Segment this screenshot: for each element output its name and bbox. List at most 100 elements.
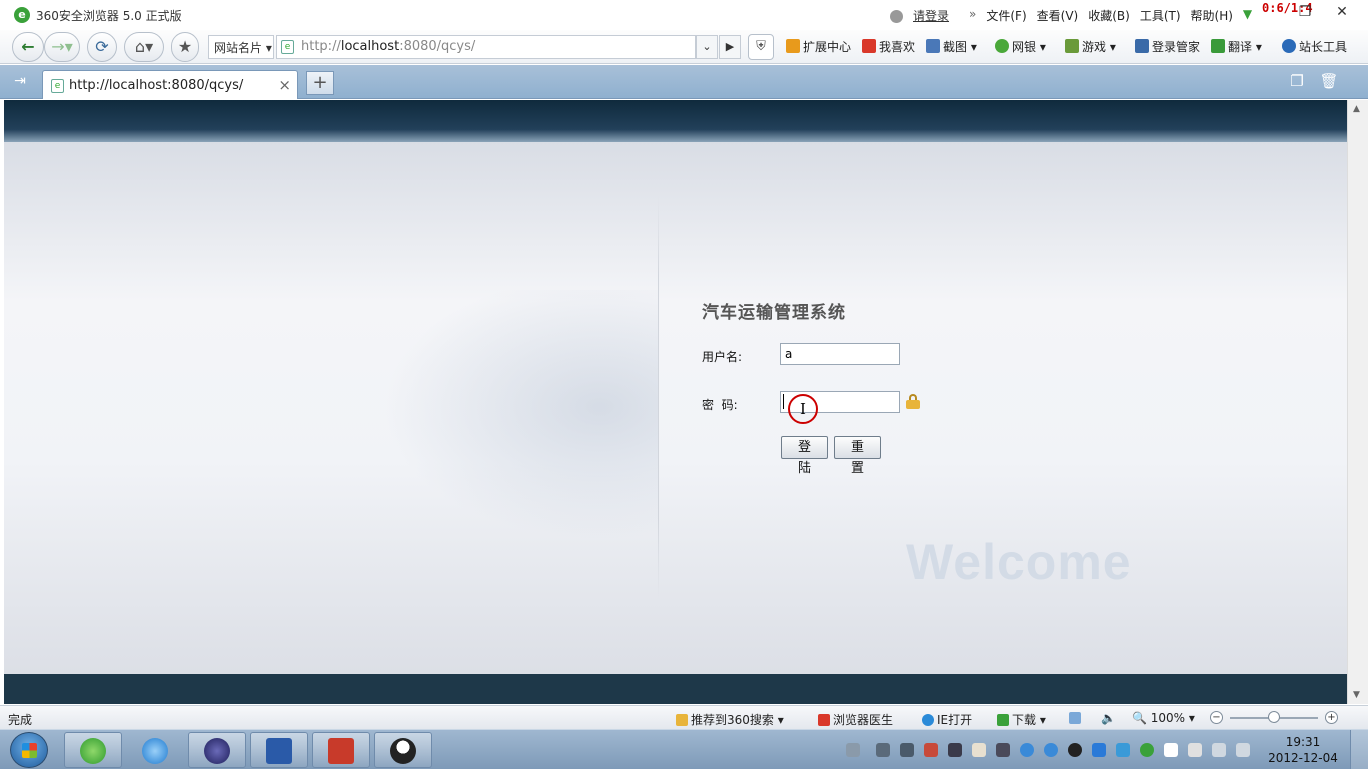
taskbar-qq[interactable] [374,732,432,768]
zoom-slider-thumb[interactable] [1268,711,1280,723]
internet-explorer-icon [142,738,168,764]
site-card-dropdown[interactable]: 网站名片 ▾ [208,35,274,59]
screenshot-icon [926,39,940,53]
favorite-star-button[interactable]: ★ [171,32,199,62]
restore-window-icon[interactable]: ❐ [1294,4,1316,24]
tray-app-icon-4[interactable] [948,743,962,757]
trash-icon[interactable]: 🗑 [1318,72,1340,94]
tray-app-icon-3[interactable] [924,743,938,757]
likes-button[interactable]: 我喜欢 [862,38,915,55]
recommend-360-button[interactable]: 推荐到360搜索 ▾ [676,711,784,728]
tray-network-icon[interactable] [1236,743,1250,757]
scroll-down-icon[interactable]: ▼ [1353,690,1360,700]
start-button[interactable] [10,732,48,768]
menu-help[interactable]: 帮助(H) [1191,7,1233,24]
bank-button[interactable]: 网银 ▾ [995,38,1046,55]
home-button[interactable]: ⌂▾ [124,32,164,62]
zoom-in-icon[interactable]: + [1325,711,1338,724]
forward-button[interactable]: →▾ [44,32,80,62]
sidebar-toggle-icon[interactable]: ⇥ [10,73,30,91]
browser-doctor-button[interactable]: 浏览器医生 [818,711,893,728]
refresh-button[interactable]: ⟳ [87,32,117,62]
magnifier-icon: 🔍 [1132,711,1147,725]
windows-taskbar: 19:31 2012-12-04 [0,729,1368,769]
360browser-icon [80,738,106,764]
menu-tools[interactable]: 工具(T) [1140,7,1181,24]
back-button[interactable]: ← [12,32,44,62]
username-input[interactable]: a [780,343,900,365]
tray-security-icon[interactable] [1116,743,1130,757]
tray-app-icon-7[interactable] [1020,743,1034,757]
login-menu[interactable]: 请登录 [890,7,959,24]
tray-flag-icon[interactable] [1164,743,1178,757]
lock-icon [906,394,920,409]
tray-app-icon-6[interactable] [996,743,1010,757]
extensions-button[interactable]: 扩展中心 [786,38,851,55]
heart-icon [862,39,876,53]
ie-open-button[interactable]: IE打开 [922,711,972,728]
window-mode-icon[interactable] [1069,711,1084,725]
tray-sync-icon[interactable] [1140,743,1154,757]
ibeam-cursor-icon: I [800,400,806,418]
new-tab-button[interactable]: + [306,71,334,95]
reset-button[interactable]: 重 置 [834,436,881,476]
web-page: 汽车运输管理系统 用户名: a 密 码: 登 陆 重 置 Welcome I [4,100,1347,704]
tab-localhost[interactable]: e http://localhost:8080/qcys/ × [42,70,298,99]
system-title: 汽车运输管理系统 [702,303,846,323]
tray-qq-icon[interactable] [1068,743,1082,757]
security-shield-icon[interactable]: ⛨ [748,34,774,60]
tray-device-icon[interactable] [1188,743,1202,757]
webmaster-tools-button[interactable]: 站长工具 [1282,38,1347,55]
translate-button[interactable]: 翻译 ▾ [1211,38,1262,55]
extensions-icon [786,39,800,53]
address-dropdown-icon[interactable]: ⌄ [696,35,718,59]
download-button[interactable]: 下载 ▾ [997,711,1046,728]
tab-list-icon[interactable]: ❐ [1286,72,1308,94]
tray-360-shield-icon[interactable] [1092,743,1106,757]
login-manager-button[interactable]: 登录管家 [1135,38,1200,55]
qq-penguin-icon [390,738,416,764]
close-window-icon[interactable]: ✕ [1331,4,1353,24]
key-icon [1135,39,1149,53]
word-icon [266,738,292,764]
bank-icon [995,39,1009,53]
taskbar-ie[interactable] [126,732,184,768]
games-icon [1065,39,1079,53]
address-bar[interactable]: http://localhost:8080/qcys/ [276,35,696,59]
taskbar-eclipse[interactable] [188,732,246,768]
login-button[interactable]: 登 陆 [781,436,828,476]
tray-volume-icon[interactable] [1212,743,1226,757]
tray-app-icon-8[interactable] [1044,743,1058,757]
games-button[interactable]: 游戏 ▾ [1065,38,1116,55]
taskbar-clock[interactable]: 19:31 2012-12-04 [1268,734,1338,766]
tray-app-icon-1[interactable] [876,743,890,757]
taskbar-word[interactable] [250,732,308,768]
skin-shirt-icon[interactable]: ▼ [1243,7,1252,24]
login-background [4,142,1347,674]
taskbar-toolbox[interactable] [312,732,370,768]
text-caret [783,394,784,409]
taskbar-360browser[interactable] [64,732,122,768]
tab-close-icon[interactable]: × [278,76,291,94]
menu-favorites[interactable]: 收藏(B) [1088,7,1130,24]
clock-time: 19:31 [1285,735,1321,749]
tray-app-icon-2[interactable] [900,743,914,757]
scroll-up-icon[interactable]: ▲ [1353,104,1360,114]
tray-keyboard-icon[interactable] [846,743,860,757]
tray-app-icon-5[interactable] [972,743,986,757]
zoom-control[interactable]: 🔍 100% ▾ [1132,711,1195,725]
webmaster-icon [1282,39,1296,53]
menu-file[interactable]: 文件(F) [986,7,1026,24]
menu-view[interactable]: 查看(V) [1037,7,1079,24]
zoom-out-icon[interactable]: − [1210,711,1223,724]
vertical-scrollbar[interactable]: ▲ ▼ [1347,100,1368,704]
user-icon [890,10,903,23]
screenshot-button[interactable]: 截图 ▾ [926,38,977,55]
menu-separator-icon: » [969,7,977,21]
volume-icon[interactable]: 🔈 [1101,711,1116,725]
go-button[interactable]: ▶ [719,35,741,59]
username-label: 用户名: [702,350,743,364]
welcome-watermark: Welcome [906,534,1132,590]
show-desktop-button[interactable] [1350,730,1368,769]
browser-logo-icon: e [14,7,30,23]
